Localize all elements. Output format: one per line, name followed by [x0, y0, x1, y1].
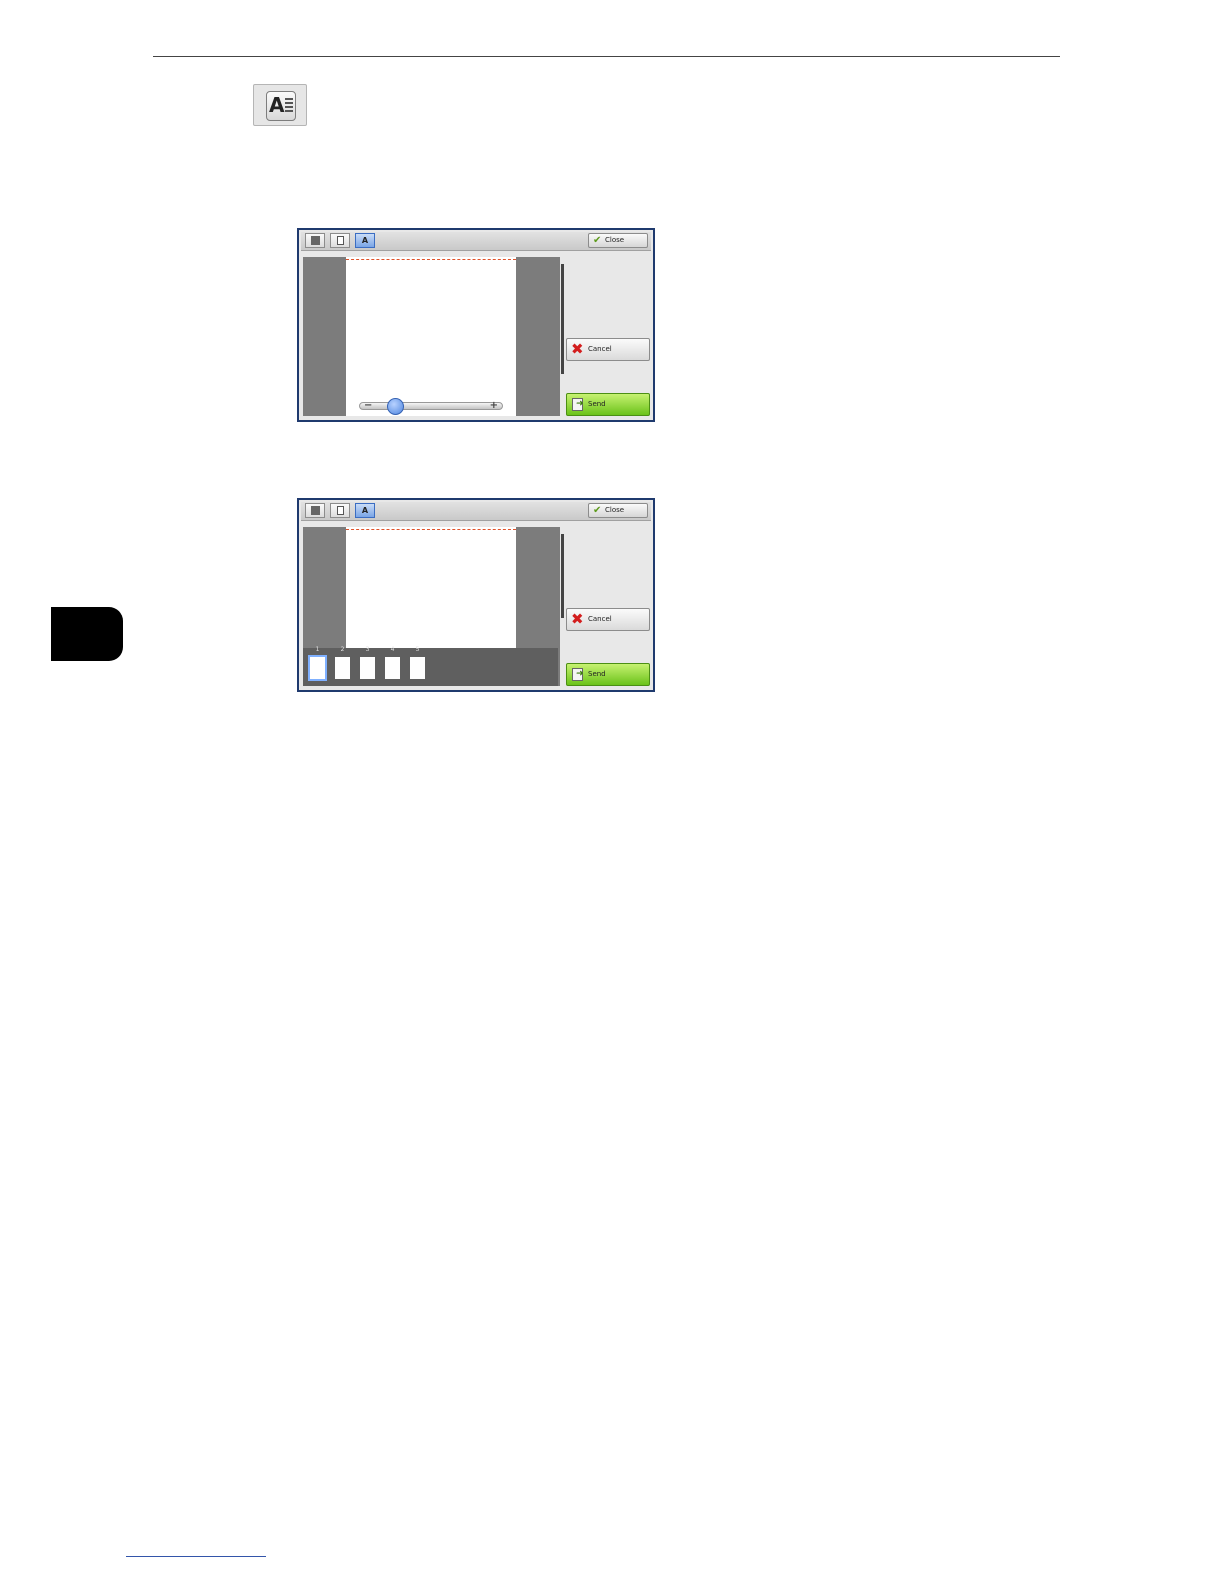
preview-toolbar: A ✔ Close	[301, 232, 651, 251]
send-arrow-icon: ➜	[576, 399, 584, 409]
cancel-label: Cancel	[588, 615, 612, 623]
cancel-x-icon: ✖	[571, 610, 584, 628]
thumbnail-number: 2	[340, 646, 345, 653]
header-rule	[153, 56, 1060, 57]
footer-link-underline	[126, 1556, 266, 1557]
thumbnail-page-3[interactable]	[360, 657, 375, 679]
page-preview	[346, 257, 516, 416]
zoom-in-icon[interactable]: +	[490, 400, 498, 412]
page-view-icon: A	[266, 91, 296, 121]
grid-icon	[311, 506, 320, 515]
zoom-slider-thumb[interactable]	[386, 398, 404, 415]
edge-marker	[346, 529, 516, 530]
text-view-label: A	[361, 506, 369, 515]
close-button[interactable]: ✔ Close	[588, 233, 648, 248]
thumbnail-number: 3	[365, 646, 370, 653]
thumbnail-page-2[interactable]	[335, 657, 350, 679]
send-arrow-icon: ➜	[576, 669, 584, 679]
preview-area: 1 2 3 4 5	[303, 527, 564, 686]
page-view-icon-letter: A	[269, 93, 285, 117]
preview-screen-thumbnails: A ✔ Close 1 2 3 4 5 ✖ Cancel ➜ Send	[297, 498, 655, 692]
cancel-button[interactable]: ✖ Cancel	[566, 608, 650, 631]
page-view-button[interactable]	[330, 233, 350, 248]
send-button[interactable]: ➜ Send	[566, 663, 650, 686]
thumbnail-view-button[interactable]	[305, 233, 325, 248]
check-icon: ✔	[593, 505, 602, 516]
page-view-button[interactable]	[330, 503, 350, 518]
text-view-button[interactable]: A	[355, 503, 375, 518]
thumbnail-page-1[interactable]	[308, 655, 327, 681]
cancel-label: Cancel	[588, 345, 612, 353]
preview-toolbar: A ✔ Close	[301, 502, 651, 521]
close-label: Close	[605, 236, 625, 244]
thumbnail-page-5[interactable]	[410, 657, 425, 679]
preview-area: − +	[303, 257, 564, 416]
thumbnail-view-button[interactable]	[305, 503, 325, 518]
thumbnail-page-4[interactable]	[385, 657, 400, 679]
text-view-label: A	[361, 236, 369, 245]
send-label: Send	[588, 400, 606, 408]
close-button[interactable]: ✔ Close	[588, 503, 648, 518]
zoom-slider[interactable]: − +	[359, 398, 503, 415]
send-label: Send	[588, 670, 606, 678]
vertical-scrollbar[interactable]	[561, 264, 564, 374]
cancel-button[interactable]: ✖ Cancel	[566, 338, 650, 361]
page-preview	[346, 527, 516, 648]
check-icon: ✔	[593, 235, 602, 246]
page-view-reference-icon: A	[253, 84, 307, 126]
send-button[interactable]: ➜ Send	[566, 393, 650, 416]
grid-icon	[311, 236, 320, 245]
close-label: Close	[605, 506, 625, 514]
thumbnail-number: 1	[315, 646, 320, 653]
page-icon	[337, 236, 344, 245]
chapter-tab	[51, 607, 123, 661]
text-view-button[interactable]: A	[355, 233, 375, 248]
edge-marker	[346, 259, 516, 260]
page-icon	[337, 506, 344, 515]
cancel-x-icon: ✖	[571, 340, 584, 358]
thumbnail-number: 5	[415, 646, 420, 653]
thumbnail-number: 4	[390, 646, 395, 653]
thumbnail-strip: 1 2 3 4 5	[303, 646, 558, 686]
preview-screen-zoom: A ✔ Close − + ✖ Cancel ➜ Send	[297, 228, 655, 422]
vertical-scrollbar[interactable]	[561, 534, 564, 618]
zoom-out-icon[interactable]: −	[364, 400, 372, 412]
text-lines-icon	[285, 98, 293, 114]
